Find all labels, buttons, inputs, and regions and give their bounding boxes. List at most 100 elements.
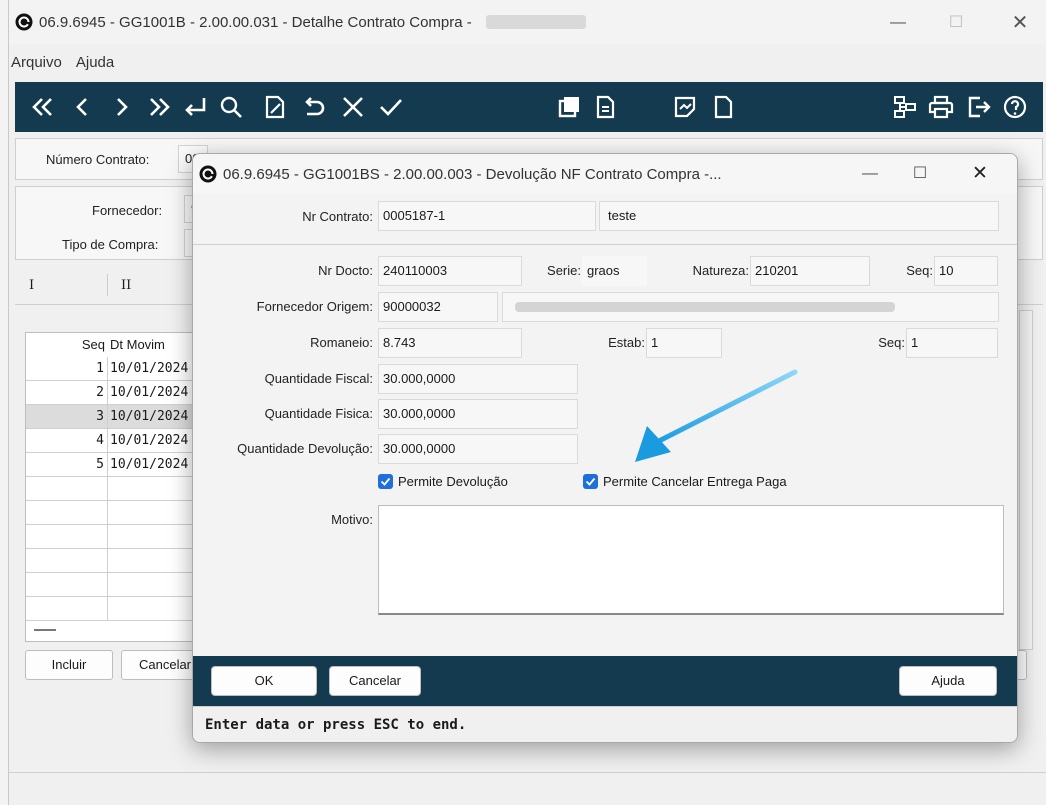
fornecedor-origem-field[interactable]: 90000032 <box>378 292 498 322</box>
exit-icon[interactable] <box>959 87 999 127</box>
romaneio-field[interactable]: 8.743 <box>378 328 522 358</box>
qtd-fisica-label: Quantidade Fisica: <box>264 406 373 421</box>
scrollbar-thumb[interactable] <box>34 629 56 631</box>
dialog-close-button[interactable]: ✕ <box>957 159 1003 189</box>
cancelar-button[interactable]: Cancelar <box>329 666 421 696</box>
ok-button[interactable]: OK <box>211 666 317 696</box>
table-row-empty <box>26 501 204 525</box>
close-button[interactable]: ✕ <box>997 8 1043 38</box>
nr-contrato-field[interactable]: 0005187-1 <box>378 201 596 231</box>
qtd-fiscal-field[interactable]: 30.000,0000 <box>378 364 578 394</box>
menu-arquivo[interactable]: Arquivo <box>11 54 62 71</box>
first-record-icon[interactable] <box>23 87 63 127</box>
seq-field[interactable]: 10 <box>934 256 998 286</box>
last-record-icon[interactable] <box>139 87 179 127</box>
contrato-desc-field[interactable]: teste <box>599 201 999 231</box>
qtd-devolucao-label: Quantidade Devolução: <box>237 441 373 456</box>
motivo-textarea[interactable] <box>378 505 1004 615</box>
fornecedor-origem-label: Fornecedor Origem: <box>256 299 373 314</box>
table-row-empty <box>26 525 204 549</box>
menubar: Arquivo Ajuda <box>9 44 1046 80</box>
tab-ii[interactable]: II <box>121 278 131 293</box>
goto-icon[interactable] <box>175 87 215 127</box>
col-seq[interactable]: Seq <box>26 333 108 357</box>
checkbox-checked-icon <box>583 474 598 489</box>
fornecedor-origem-name-field <box>502 292 999 322</box>
numero-contrato-label: Número Contrato: <box>46 152 150 167</box>
dialog-maximize-button[interactable]: ☐ <box>897 159 943 189</box>
minimize-button[interactable]: — <box>875 8 921 38</box>
qtd-fiscal-label: Quantidade Fiscal: <box>264 371 373 386</box>
table-row[interactable]: 5 10/01/2024 <box>26 453 204 477</box>
table-row-empty <box>26 477 204 501</box>
redacted-supplier-name <box>515 302 895 312</box>
serie-label: Serie: <box>547 263 581 278</box>
main-toolbar <box>15 82 1043 132</box>
print-icon[interactable] <box>921 87 961 127</box>
seq-label: Seq: <box>906 263 933 278</box>
romaneio-label: Romaneio: <box>310 335 373 350</box>
permite-devolucao-label: Permite Devolução <box>398 474 508 489</box>
app-logo-icon <box>15 13 33 31</box>
save-icon[interactable] <box>371 87 411 127</box>
main-window-title: 06.9.6945 - GG1001B - 2.00.00.031 - Deta… <box>39 13 472 31</box>
fornecedor-label: Fornecedor: <box>92 203 163 218</box>
dialog-title: 06.9.6945 - GG1001BS - 2.00.00.003 - Dev… <box>223 165 722 183</box>
next-record-icon[interactable] <box>101 87 141 127</box>
copy-icon[interactable] <box>549 87 589 127</box>
table-row-empty <box>26 573 204 597</box>
report-icon[interactable] <box>665 87 705 127</box>
app-logo-icon <box>199 165 217 183</box>
nr-docto-field[interactable]: 240110003 <box>378 256 522 286</box>
permite-devolucao-checkbox[interactable]: Permite Devolução <box>378 474 508 489</box>
dialog-minimize-button[interactable]: — <box>847 159 893 189</box>
table-row[interactable]: 2 10/01/2024 <box>26 381 204 405</box>
grid-header: Seq Dt Movim <box>26 333 204 357</box>
dialog-titlebar: 06.9.6945 - GG1001BS - 2.00.00.003 - Dev… <box>193 154 1017 194</box>
main-titlebar: 06.9.6945 - GG1001B - 2.00.00.031 - Deta… <box>9 0 1046 44</box>
tab-i[interactable]: I <box>29 278 34 293</box>
ajuda-button[interactable]: Ajuda <box>899 666 997 696</box>
estab-field[interactable]: 1 <box>646 328 722 358</box>
maximize-button[interactable]: ☐ <box>933 8 979 38</box>
grid-border-right <box>1019 310 1033 650</box>
nr-docto-label: Nr Docto: <box>318 263 373 278</box>
natureza-label: Natureza: <box>692 263 749 278</box>
natureza-field[interactable]: 210201 <box>750 256 870 286</box>
permite-cancelar-checkbox[interactable]: Permite Cancelar Entrega Paga <box>583 474 787 489</box>
table-row[interactable]: 4 10/01/2024 <box>26 429 204 453</box>
dialog-button-bar: OK Cancelar Ajuda <box>193 656 1017 706</box>
tipo-compra-label: Tipo de Compra: <box>62 237 159 252</box>
qtd-fisica-field[interactable]: 30.000,0000 <box>378 399 578 429</box>
seq2-field[interactable]: 1 <box>906 328 998 358</box>
help-icon[interactable] <box>995 87 1035 127</box>
checkbox-checked-icon <box>378 474 393 489</box>
annotation-arrow-icon <box>635 369 798 462</box>
document-icon[interactable] <box>585 87 625 127</box>
table-row-selected[interactable]: 3 10/01/2024 <box>26 405 204 429</box>
devolucao-dialog: 06.9.6945 - GG1001BS - 2.00.00.003 - Dev… <box>192 153 1018 743</box>
prev-record-icon[interactable] <box>63 87 103 127</box>
search-icon[interactable] <box>211 87 251 127</box>
table-row-empty <box>26 597 204 621</box>
estab-label: Estab: <box>608 335 645 350</box>
undo-icon[interactable] <box>293 87 333 127</box>
edit-icon[interactable] <box>255 87 295 127</box>
motivo-label: Motivo: <box>331 512 373 527</box>
seq2-label: Seq: <box>878 335 905 350</box>
delete-icon[interactable] <box>333 87 373 127</box>
dialog-status-bar: Enter data or press ESC to end. <box>193 706 1017 742</box>
menu-ajuda[interactable]: Ajuda <box>76 54 114 71</box>
new-document-icon[interactable] <box>703 87 743 127</box>
col-dt-movim[interactable]: Dt Movim <box>110 333 165 356</box>
qtd-devolucao-field[interactable]: 30.000,0000 <box>378 434 578 464</box>
table-row[interactable]: 1 10/01/2024 <box>26 357 204 381</box>
redacted-title <box>485 15 586 29</box>
table-row-empty <box>26 549 204 573</box>
dialog-body: Nr Contrato: 0005187-1 teste Nr Docto: 2… <box>193 194 1017 654</box>
permite-cancelar-label: Permite Cancelar Entrega Paga <box>603 474 787 489</box>
structure-icon[interactable] <box>885 87 925 127</box>
incluir-button[interactable]: Incluir <box>25 650 113 680</box>
serie-field[interactable]: graos <box>582 256 647 286</box>
nr-contrato-label: Nr Contrato: <box>302 209 373 224</box>
